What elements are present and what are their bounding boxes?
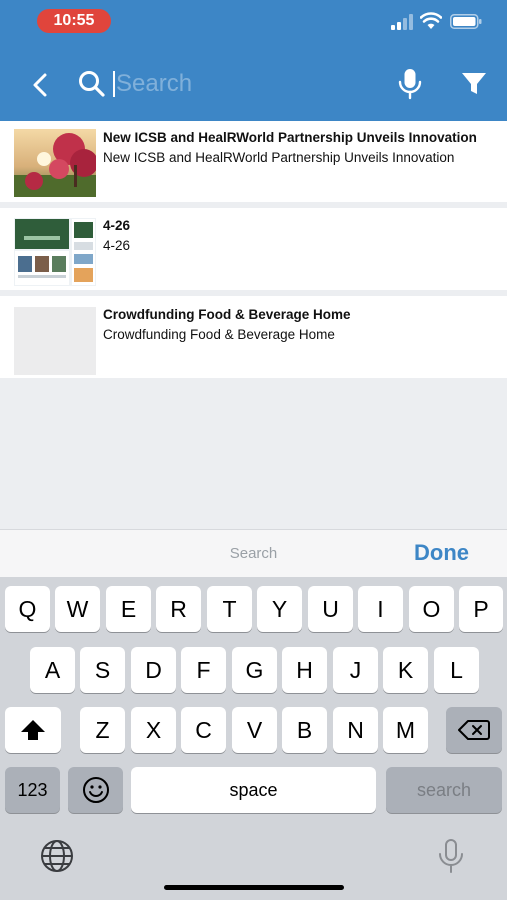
emoji-key[interactable] <box>68 767 123 813</box>
key-q[interactable]: Q <box>5 586 50 632</box>
result-title: 4-26 <box>103 218 131 233</box>
key-f[interactable]: F <box>181 647 226 693</box>
key-o[interactable]: O <box>409 586 454 632</box>
key-j[interactable]: J <box>333 647 378 693</box>
search-input[interactable] <box>116 68 376 100</box>
list-item[interactable]: 4-26 4-26 <box>0 208 507 290</box>
globe-icon[interactable] <box>38 839 76 873</box>
result-thumbnail-image <box>14 218 96 286</box>
key-b[interactable]: B <box>282 707 327 753</box>
keyboard: Q W E R T Y U I O P A S D F G H J K L Z … <box>0 577 507 900</box>
key-r[interactable]: R <box>156 586 201 632</box>
result-subtitle: Crowdfunding Food & Beverage Home <box>103 327 335 342</box>
emoji-icon <box>82 777 109 803</box>
key-a[interactable]: A <box>30 647 75 693</box>
key-u[interactable]: U <box>308 586 353 632</box>
home-indicator[interactable] <box>164 885 344 890</box>
microphone-icon[interactable] <box>397 68 423 100</box>
key-w[interactable]: W <box>55 586 100 632</box>
battery-icon <box>450 14 482 29</box>
delete-key[interactable] <box>446 707 502 753</box>
key-s[interactable]: S <box>80 647 125 693</box>
key-c[interactable]: C <box>181 707 226 753</box>
shift-icon <box>21 720 45 740</box>
key-z[interactable]: Z <box>80 707 125 753</box>
key-x[interactable]: X <box>131 707 176 753</box>
key-d[interactable]: D <box>131 647 176 693</box>
key-n[interactable]: N <box>333 707 378 753</box>
list-item[interactable]: Crowdfunding Food & Beverage Home Crowdf… <box>0 296 507 378</box>
key-e[interactable]: E <box>106 586 151 632</box>
done-button[interactable]: Done <box>414 540 469 566</box>
result-subtitle: New ICSB and HealRWorld Partnership Unve… <box>103 150 455 165</box>
status-bar: 10:55 <box>0 0 507 44</box>
numbers-key[interactable]: 123 <box>5 767 60 813</box>
search-key[interactable]: search <box>386 767 502 813</box>
key-k[interactable]: K <box>383 647 428 693</box>
key-g[interactable]: G <box>232 647 277 693</box>
list-item[interactable]: New ICSB and HealRWorld Partnership Unve… <box>0 121 507 202</box>
filter-icon[interactable] <box>461 72 487 96</box>
header-bar: 10:55 <box>0 0 507 121</box>
status-time: 10:55 <box>37 9 111 33</box>
key-v[interactable]: V <box>232 707 277 753</box>
key-p[interactable]: P <box>459 586 503 632</box>
result-thumbnail-placeholder <box>14 307 96 375</box>
key-h[interactable]: H <box>282 647 327 693</box>
result-title: New ICSB and HealRWorld Partnership Unve… <box>103 130 477 145</box>
space-key[interactable]: space <box>131 767 376 813</box>
back-chevron-icon[interactable] <box>26 68 56 102</box>
key-i[interactable]: I <box>358 586 403 632</box>
wifi-icon <box>420 12 442 29</box>
search-icon <box>79 71 105 97</box>
delete-icon <box>458 720 490 740</box>
shift-key[interactable] <box>5 707 61 753</box>
result-subtitle: 4-26 <box>103 238 131 253</box>
key-m[interactable]: M <box>383 707 428 753</box>
result-title: Crowdfunding Food & Beverage Home <box>103 307 351 322</box>
keyboard-toolbar: Search Done <box>0 529 507 578</box>
cellular-signal-icon <box>391 14 413 30</box>
dictation-icon[interactable] <box>437 839 465 875</box>
key-y[interactable]: Y <box>257 586 302 632</box>
key-l[interactable]: L <box>434 647 479 693</box>
text-cursor <box>113 71 115 97</box>
key-t[interactable]: T <box>207 586 252 632</box>
result-thumbnail-image <box>14 129 96 197</box>
